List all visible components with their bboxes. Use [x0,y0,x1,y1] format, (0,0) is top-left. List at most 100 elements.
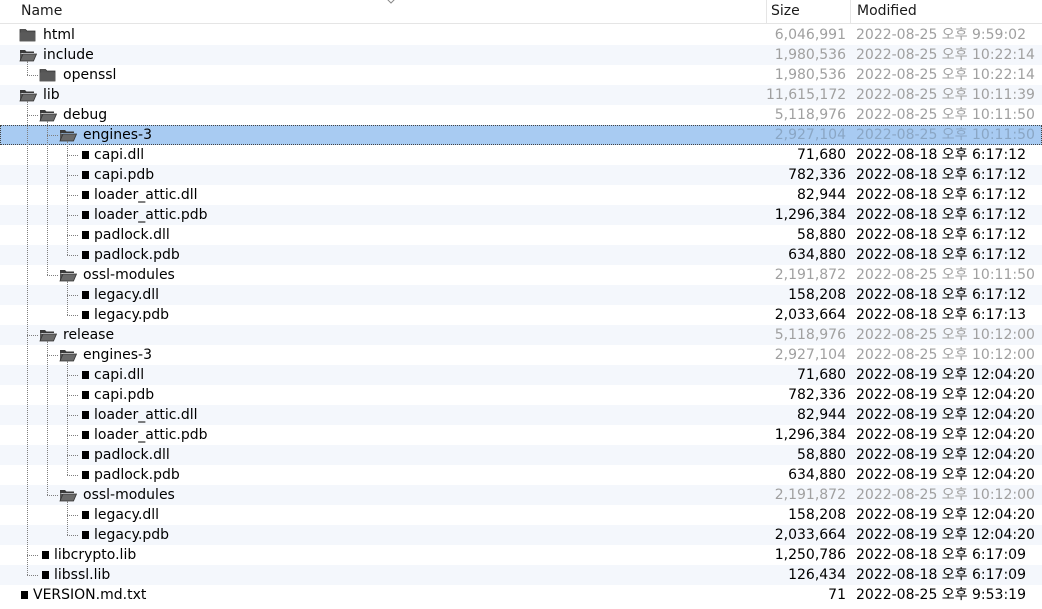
file-tree-view: Name Size Modified html 6,046,991 2022-08-… [0,0,1042,609]
tree-row[interactable]: loader_attic.pdb 1,296,384 2022-08-19 오후 1… [0,425,1042,445]
tree-row[interactable]: padlock.dll 58,880 2022-08-18 오후 6:17:12 [0,225,1042,245]
item-size: 2,191,872 [774,487,846,503]
item-size: 71 [828,587,846,603]
file-icon [82,511,89,519]
tree-row[interactable]: html 6,046,991 2022-08-25 오후 9:59:02 [0,25,1042,45]
tree-row[interactable]: loader_attic.pdb 1,296,384 2022-08-18 오후 6… [0,205,1042,225]
folder-open-icon [39,108,58,122]
file-icon [82,171,89,179]
tree-row[interactable]: capi.pdb 782,336 2022-08-18 오후 6:17:12 [0,165,1042,185]
item-modified: 2022-08-18 오후 6:17:12 [856,167,1026,183]
item-name: openssl [63,67,117,83]
item-name: capi.dll [94,367,145,383]
item-size: 2,033,664 [774,307,846,323]
item-size: 2,033,664 [774,527,846,543]
tree-row[interactable]: ossl-modules 2,191,872 2022-08-25 오후 10:11… [0,265,1042,285]
tree-row[interactable]: libssl.lib 126,434 2022-08-18 오후 6:17:09 [0,565,1042,585]
tree-row[interactable]: ossl-modules 2,191,872 2022-08-25 오후 10:12… [0,485,1042,505]
file-icon [82,411,89,419]
item-modified: 2022-08-25 오후 10:12:00 [856,487,1035,503]
item-name: padlock.dll [94,447,170,463]
item-name: engines-3 [83,347,153,363]
tree-row[interactable]: capi.pdb 782,336 2022-08-19 오후 12:04:20 [0,385,1042,405]
item-modified: 2022-08-19 오후 12:04:20 [856,387,1035,403]
item-name: padlock.pdb [94,467,180,483]
item-modified: 2022-08-19 오후 12:04:20 [856,447,1035,463]
item-modified: 2022-08-18 오후 6:17:13 [856,307,1026,323]
folder-icon [19,28,37,42]
tree-row[interactable]: debug 5,118,976 2022-08-25 오후 10:11:50 [0,105,1042,125]
file-icon [82,471,89,479]
file-icon [82,151,89,159]
item-size: 82,944 [797,187,846,203]
tree-row[interactable]: padlock.dll 58,880 2022-08-19 오후 12:04:20 [0,445,1042,465]
tree-row[interactable]: libcrypto.lib 1,250,786 2022-08-18 오후 6:17… [0,545,1042,565]
column-header-size[interactable]: Size [766,0,850,24]
item-name: legacy.dll [94,287,160,303]
item-name: debug [63,107,108,123]
tree-row[interactable]: engines-3 2,927,104 2022-08-25 오후 10:12:00 [0,345,1042,365]
item-name: loader_attic.dll [94,407,198,423]
item-size: 1,980,536 [774,67,846,83]
item-name: lib [43,87,60,103]
file-icon [82,251,89,259]
item-size: 71,680 [797,147,846,163]
item-size: 634,880 [788,467,846,483]
item-modified: 2022-08-25 오후 10:11:50 [856,107,1035,123]
folder-open-icon [59,488,78,502]
tree-row[interactable]: legacy.dll 158,208 2022-08-18 오후 6:17:12 [0,285,1042,305]
item-size: 5,118,976 [774,107,846,123]
tree-row[interactable]: loader_attic.dll 82,944 2022-08-19 오후 12:0… [0,405,1042,425]
tree-row[interactable]: padlock.pdb 634,880 2022-08-18 오후 6:17:12 [0,245,1042,265]
tree-row[interactable]: VERSION.md.txt 71 2022-08-25 오후 9:53:19 [0,585,1042,605]
item-modified: 2022-08-19 오후 12:04:20 [856,527,1035,543]
item-name: capi.pdb [94,387,155,403]
item-modified: 2022-08-18 오후 6:17:12 [856,207,1026,223]
tree-row[interactable]: capi.dll 71,680 2022-08-19 오후 12:04:20 [0,365,1042,385]
item-name: libssl.lib [54,567,111,583]
item-size: 82,944 [797,407,846,423]
item-name: html [43,27,75,43]
item-size: 58,880 [797,447,846,463]
item-name: libcrypto.lib [54,547,137,563]
tree-row[interactable]: release 5,118,976 2022-08-25 오후 10:12:00 [0,325,1042,345]
tree-row[interactable]: legacy.dll 158,208 2022-08-19 오후 12:04:20 [0,505,1042,525]
tree-row[interactable]: padlock.pdb 634,880 2022-08-19 오후 12:04:20 [0,465,1042,485]
folder-icon [39,68,57,82]
item-size: 1,296,384 [774,427,846,443]
item-modified: 2022-08-19 오후 12:04:20 [856,507,1035,523]
tree-row[interactable]: capi.dll 71,680 2022-08-18 오후 6:17:12 [0,145,1042,165]
item-modified: 2022-08-25 오후 10:12:00 [856,327,1035,343]
item-name: include [43,47,94,63]
item-name: padlock.dll [94,227,170,243]
tree-row[interactable]: legacy.pdb 2,033,664 2022-08-18 오후 6:17:13 [0,305,1042,325]
column-header: Name Size Modified [0,0,1042,24]
column-header-modified[interactable]: Modified [850,0,1042,24]
tree-row[interactable]: include 1,980,536 2022-08-25 오후 10:22:14 [0,45,1042,65]
folder-open-icon [59,348,78,362]
file-icon [82,391,89,399]
item-size: 2,927,104 [774,127,846,143]
item-name: ossl-modules [83,487,175,503]
tree-row[interactable]: lib 11,615,172 2022-08-25 오후 10:11:39 [0,85,1042,105]
item-name: loader_attic.dll [94,187,198,203]
file-icon [82,291,89,299]
item-name: engines-3 [83,127,153,143]
item-size: 2,191,872 [774,267,846,283]
item-modified: 2022-08-19 오후 12:04:20 [856,407,1035,423]
tree-row[interactable]: legacy.pdb 2,033,664 2022-08-19 오후 12:04:2… [0,525,1042,545]
item-size: 71,680 [797,367,846,383]
item-modified: 2022-08-25 오후 9:59:02 [856,27,1026,43]
item-modified: 2022-08-25 오후 10:11:50 [856,127,1035,143]
file-icon [82,191,89,199]
tree-row[interactable]: openssl 1,980,536 2022-08-25 오후 10:22:14 [0,65,1042,85]
tree-row[interactable]: engines-3 2,927,104 2022-08-25 오후 10:11:50 [0,125,1042,145]
tree-row[interactable]: loader_attic.dll 82,944 2022-08-18 오후 6:17… [0,185,1042,205]
item-name: capi.pdb [94,167,155,183]
item-name: ossl-modules [83,267,175,283]
folder-open-icon [59,128,78,142]
item-size: 158,208 [788,287,846,303]
item-modified: 2022-08-25 오후 10:11:39 [856,87,1035,103]
item-name: capi.dll [94,147,145,163]
item-size: 1,980,536 [774,47,846,63]
